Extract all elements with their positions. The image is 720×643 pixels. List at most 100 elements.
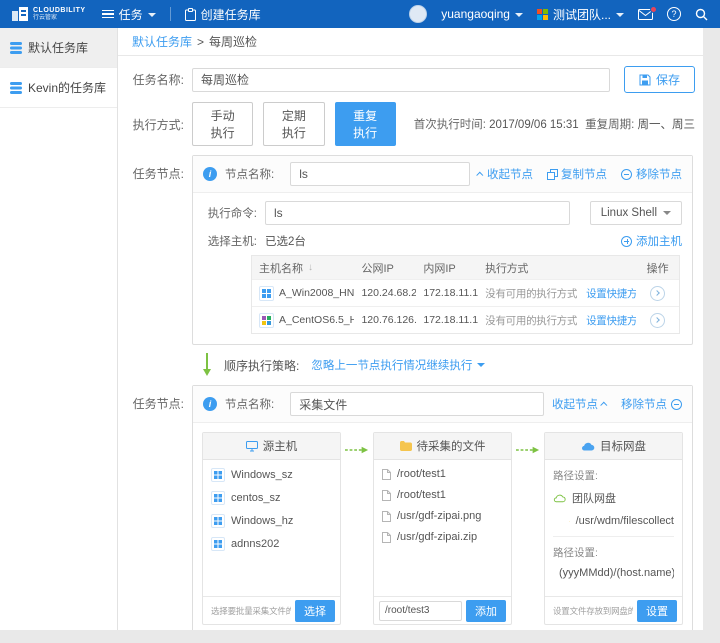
brand-subtitle: 行云管家 xyxy=(33,15,86,21)
nav-menu-tasks[interactable]: 任务 xyxy=(102,6,156,23)
set-path-button[interactable]: 设置 xyxy=(637,600,677,622)
save-icon xyxy=(639,74,651,86)
command-input[interactable] xyxy=(265,201,570,225)
node2-name-input[interactable] xyxy=(290,392,544,416)
main-content: 默认任务库 > 每周巡检 任务名称: 保存 执行方式: 手动执行 定期执行 重复… xyxy=(118,28,703,630)
file-item[interactable]: /usr/gdf-zipai.png xyxy=(382,510,503,522)
windows-os-icon xyxy=(211,514,225,528)
shell-selected: Linux Shell xyxy=(601,207,657,219)
public-ip: 120.76.126.93 xyxy=(354,314,416,326)
folder-icon xyxy=(400,441,412,451)
brand-name: CLOUDBILITY xyxy=(33,7,86,14)
zip-name-item: (yyyMMdd)/(host.name).zip xyxy=(553,567,674,579)
set-shortcut-link[interactable]: 设置快捷方式 xyxy=(586,286,636,301)
windows-os-icon xyxy=(211,468,225,482)
shell-selector[interactable]: Linux Shell xyxy=(590,201,682,225)
chevron-down-icon xyxy=(477,363,485,367)
copy-node-link[interactable]: 复制节点 xyxy=(547,166,607,182)
chevron-up-icon xyxy=(600,401,607,408)
node-name-label: 节点名称: xyxy=(225,166,274,182)
copy-icon xyxy=(547,169,557,179)
team-drive-item[interactable]: 团队网盘 xyxy=(553,490,674,506)
add-file-button[interactable]: 添加 xyxy=(466,600,506,622)
username: yuangaoqing xyxy=(441,7,510,21)
remove-node-link[interactable]: 移除节点 xyxy=(621,166,682,182)
source-host-item[interactable]: adnns202 xyxy=(211,537,332,551)
selected-hosts-count: 已选2台 xyxy=(265,233,306,249)
private-ip: 172.18.11.166 xyxy=(416,314,478,326)
add-host-link[interactable]: 添加主机 xyxy=(621,233,682,249)
brand-logo: CLOUDBILITY 行云管家 xyxy=(12,7,86,21)
cloud-icon xyxy=(581,442,595,451)
sidebar-item-label: 默认任务库 xyxy=(28,39,88,56)
file-path-input[interactable] xyxy=(379,601,462,621)
first-time-value: 2017/09/06 15:31 xyxy=(489,119,579,131)
help-button[interactable]: ? xyxy=(667,7,681,21)
select-hosts-button[interactable]: 选择 xyxy=(295,600,335,622)
sidebar-item-kevin-library[interactable]: Kevin的任务库 xyxy=(0,68,117,108)
collapse-node-link[interactable]: 收起节点 xyxy=(478,166,533,182)
breadcrumb-separator: > xyxy=(197,35,204,49)
collapse-node-link[interactable]: 收起节点 xyxy=(552,396,607,412)
save-button[interactable]: 保存 xyxy=(624,66,695,93)
team-icon xyxy=(537,9,548,20)
source-host-item[interactable]: centos_sz xyxy=(211,491,332,505)
command-label: 执行命令: xyxy=(203,205,257,221)
task-library-sidebar: 默认任务库 Kevin的任务库 xyxy=(0,28,118,630)
team-selector[interactable]: 测试团队... xyxy=(537,6,624,23)
row-expand-icon[interactable] xyxy=(650,286,665,301)
node-name-label: 节点名称: xyxy=(225,396,274,412)
chevron-down-icon xyxy=(148,13,156,17)
user-menu[interactable]: yuangaoqing xyxy=(441,7,523,21)
row-expand-icon[interactable] xyxy=(650,313,665,328)
files-to-collect-panel: 待采集的文件 /root/test1 /root/test1 xyxy=(373,432,512,625)
node-card-ls: i 节点名称: 收起节点 复制节点 移除节点 执行命令: xyxy=(192,155,693,345)
flow-right-arrow-icon xyxy=(345,446,369,454)
flow-down-arrow-icon xyxy=(202,353,212,377)
drive-path-item[interactable]: /usr/wdm/filescollect xyxy=(569,515,674,527)
repeat-value: 周一、周三 xyxy=(637,119,695,131)
user-avatar[interactable] xyxy=(409,5,427,23)
nav-separator xyxy=(170,7,171,21)
mode-repeat-button[interactable]: 重复执行 xyxy=(335,102,396,146)
select-hosts-hint: 选择要批量采集文件的主机 xyxy=(208,605,291,617)
table-row-centos[interactable]: A_CentOS6.5_HN1 120.76.126.93 172.18.11.… xyxy=(252,306,679,333)
set-shortcut-link[interactable]: 设置快捷方式 xyxy=(586,313,636,328)
mode-scheduled-button[interactable]: 定期执行 xyxy=(263,102,324,146)
panel-title: 目标网盘 xyxy=(600,438,646,454)
file-item[interactable]: /root/test1 xyxy=(382,468,503,480)
exec-status: 没有可用的执行方式 xyxy=(485,313,577,328)
host-table-header: 主机名称↓ 公网IP 内网IP 执行方式 操作 xyxy=(252,256,679,279)
create-task-library-button[interactable]: 创建任务库 xyxy=(185,6,261,23)
windows-os-icon xyxy=(211,491,225,505)
task-name-input[interactable] xyxy=(192,68,610,92)
database-icon xyxy=(10,82,22,94)
source-host-item[interactable]: Windows_hz xyxy=(211,514,332,528)
circle-minus-icon xyxy=(671,399,682,410)
mode-manual-button[interactable]: 手动执行 xyxy=(192,102,253,146)
sequence-strategy-dropdown[interactable]: 忽略上一节点执行情况继续执行 xyxy=(311,357,485,373)
source-host-item[interactable]: Windows_sz xyxy=(211,468,332,482)
chevron-down-icon xyxy=(616,13,624,17)
remove-node-link[interactable]: 移除节点 xyxy=(621,396,682,412)
node1-name-input[interactable] xyxy=(290,162,470,186)
notification-badge xyxy=(650,6,657,13)
team-name: 测试团队... xyxy=(553,6,611,23)
clipboard-icon xyxy=(185,8,196,21)
breadcrumb-parent-link[interactable]: 默认任务库 xyxy=(132,33,192,50)
messages-button[interactable] xyxy=(638,9,653,20)
windows-os-icon xyxy=(211,537,225,551)
flow-right-arrow-icon xyxy=(516,446,540,454)
file-item[interactable]: /usr/gdf-zipai.zip xyxy=(382,531,503,543)
file-item[interactable]: /root/test1 xyxy=(382,489,503,501)
search-icon[interactable] xyxy=(695,8,708,21)
sort-icon[interactable]: ↓ xyxy=(308,262,313,273)
info-icon: i xyxy=(203,397,217,411)
sidebar-item-default-library[interactable]: 默认任务库 xyxy=(0,28,117,68)
task-name-label: 任务名称: xyxy=(128,71,184,88)
table-row-win2008[interactable]: A_Win2008_HN1 120.24.68.29 172.18.11.167… xyxy=(252,279,679,306)
host-name: A_CentOS6.5_HN1 xyxy=(279,314,354,326)
task-node-label: 任务节点: xyxy=(128,395,184,412)
source-hosts-panel: 源主机 Windows_sz centos_sz xyxy=(202,432,341,625)
private-ip: 172.18.11.167 xyxy=(416,287,478,299)
